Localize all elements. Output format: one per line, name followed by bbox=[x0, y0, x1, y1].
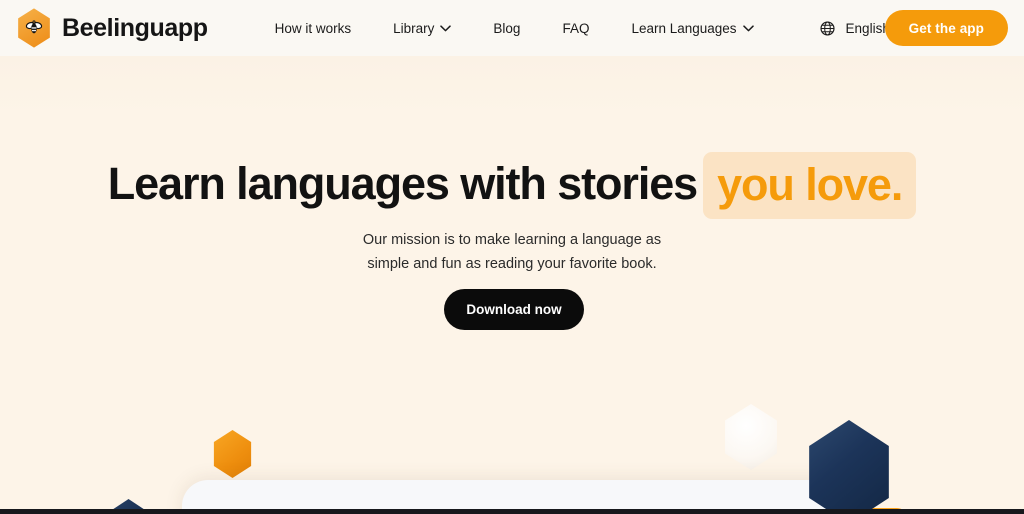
reader-toolbar: Sherlock Holmes bbox=[182, 480, 842, 509]
book-reader-card: Sherlock Holmes bbox=[182, 480, 842, 509]
main-navigation: How it works Library Blog FAQ Learn Lang… bbox=[254, 15, 928, 42]
nav-item-blog[interactable]: Blog bbox=[472, 15, 541, 42]
hero-section: Learn languages with stories you love. Ou… bbox=[0, 56, 1024, 509]
nav-label: Learn Languages bbox=[631, 20, 737, 36]
globe-icon bbox=[819, 20, 835, 36]
navy-hexagon-left-icon bbox=[104, 499, 153, 509]
nav-item-learn-languages[interactable]: Learn Languages bbox=[610, 15, 774, 42]
chevron-down-icon bbox=[440, 24, 452, 32]
nav-item-how-it-works[interactable]: How it works bbox=[254, 15, 373, 42]
navy-hexagon-right-icon bbox=[809, 420, 889, 509]
get-the-app-button[interactable]: Get the app bbox=[884, 10, 1008, 46]
page-title: Learn languages with stories you love. bbox=[0, 151, 1024, 219]
subheadline-line-2: simple and fun as reading your favorite … bbox=[367, 256, 657, 273]
nav-item-library[interactable]: Library bbox=[372, 15, 472, 42]
download-now-button[interactable]: Download now bbox=[444, 289, 584, 330]
subheadline-line-1: Our mission is to make learning a langua… bbox=[362, 232, 662, 248]
brand-name: Beelinguapp bbox=[62, 13, 208, 42]
bottom-edge-bar bbox=[0, 509, 1024, 514]
hero-subheadline: Our mission is to make learning a langua… bbox=[0, 228, 1024, 277]
white-hexagon-icon bbox=[725, 404, 777, 470]
site-header: Beelinguapp How it works Library Blog FA… bbox=[0, 0, 1024, 56]
nav-label: How it works bbox=[274, 20, 352, 36]
nav-label: FAQ bbox=[562, 20, 590, 36]
headline-highlight-text: you love. bbox=[703, 152, 917, 219]
bee-hexagon-logo-icon bbox=[16, 8, 52, 48]
nav-label: Library bbox=[393, 20, 435, 36]
nav-label: English bbox=[845, 20, 890, 36]
orange-hexagon-small-icon bbox=[213, 430, 252, 478]
nav-item-faq[interactable]: FAQ bbox=[541, 15, 610, 42]
chevron-down-icon bbox=[742, 24, 754, 32]
headline-plain-text: Learn languages with stories bbox=[107, 158, 698, 209]
brand-logo-link[interactable]: Beelinguapp bbox=[16, 8, 208, 48]
nav-label: Blog bbox=[493, 20, 521, 36]
